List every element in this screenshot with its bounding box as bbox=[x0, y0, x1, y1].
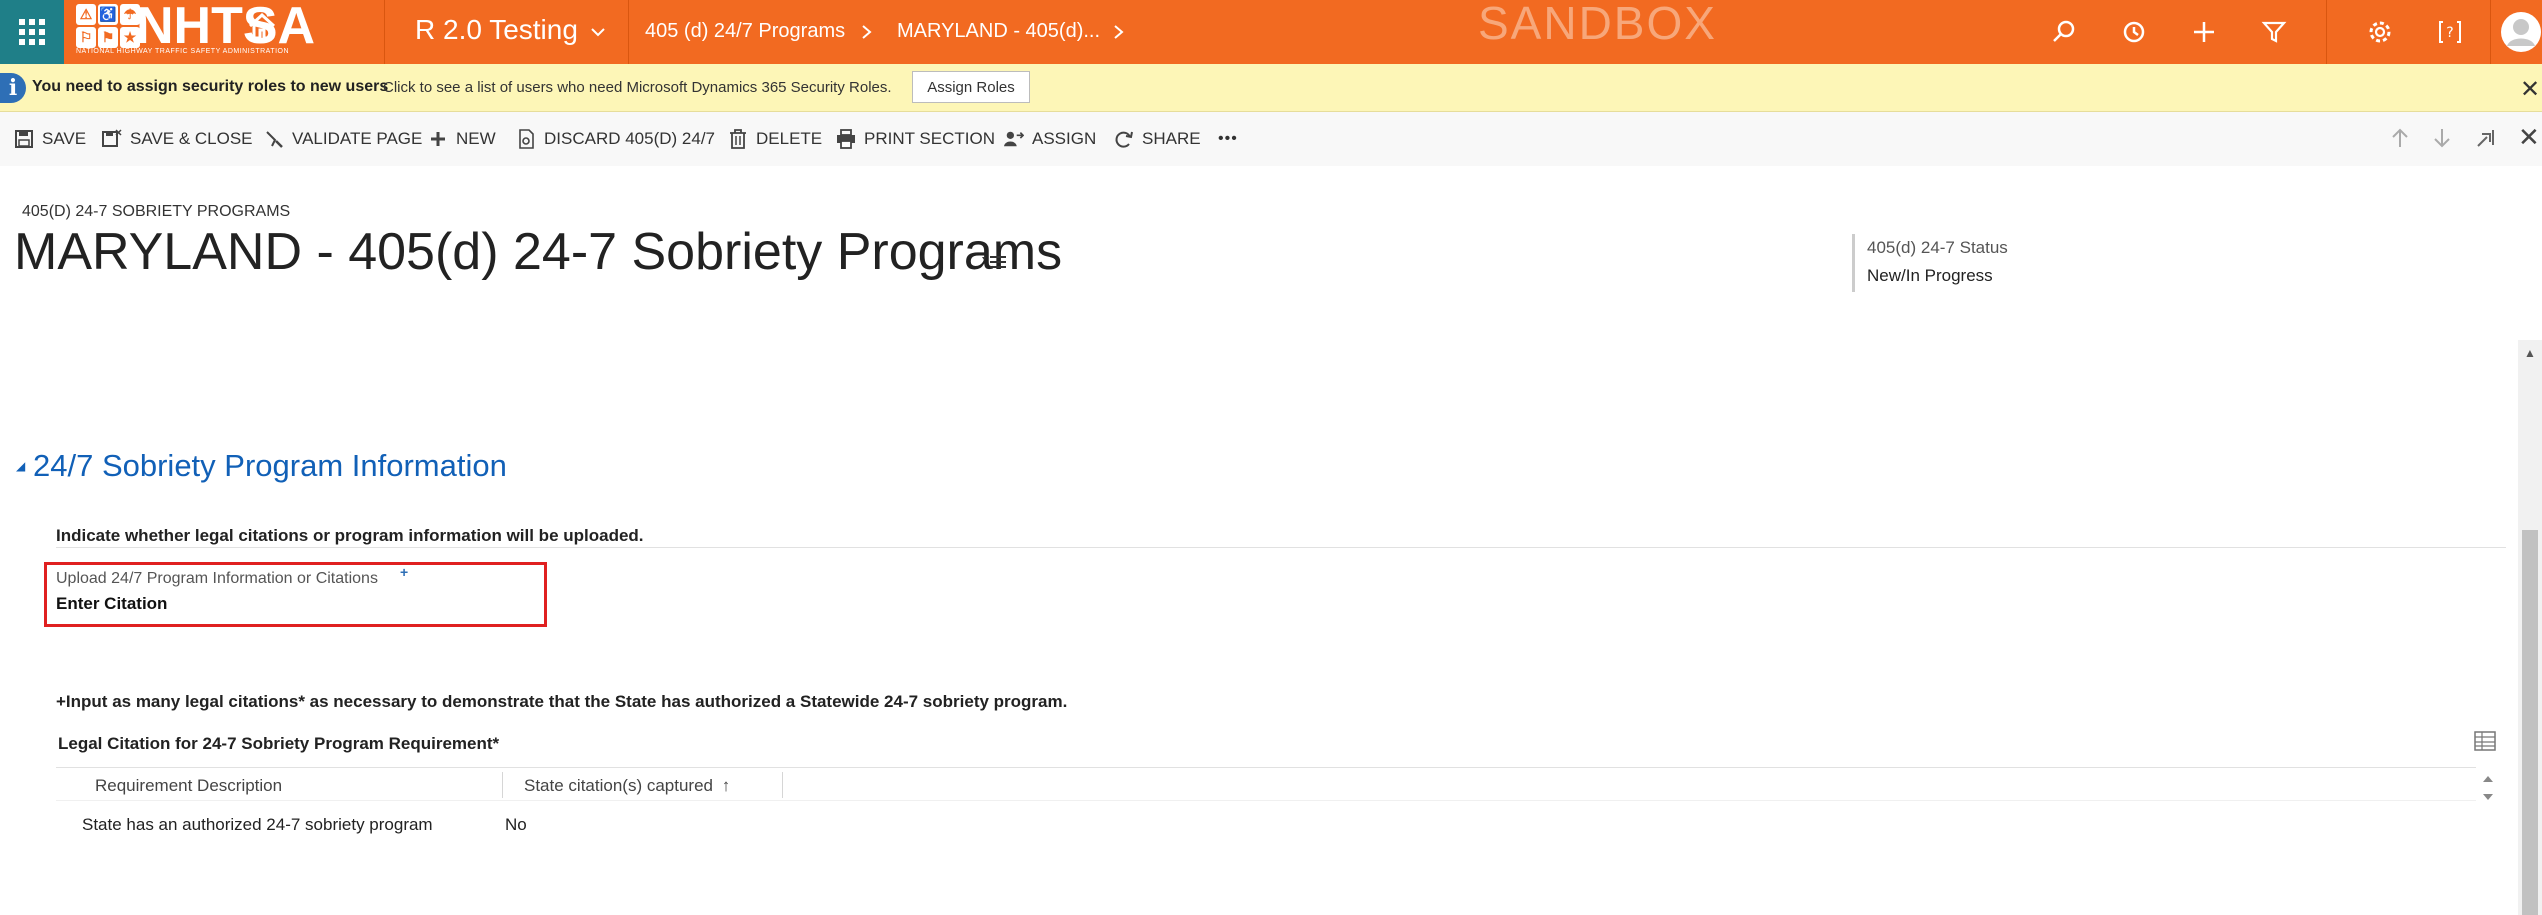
header-status-field: 405(d) 24-7 Status New/In Progress bbox=[1852, 234, 2012, 292]
environment-watermark: SANDBOX bbox=[1478, 0, 1717, 49]
notification-title: You need to assign security roles to new… bbox=[32, 78, 389, 95]
app-launcher-button[interactable] bbox=[0, 0, 64, 64]
save-label: SAVE bbox=[42, 129, 87, 148]
logo-pictograms-icon: ⚠ ♿ ☂ ⚐ ⚑ ★ bbox=[76, 4, 142, 48]
pop-out-icon[interactable] bbox=[2476, 128, 2496, 148]
column-header-citations[interactable]: State citation(s) captured ↑ bbox=[524, 776, 730, 796]
form-selector-icon[interactable] bbox=[982, 248, 1008, 279]
delete-button[interactable]: DELETE bbox=[728, 127, 822, 151]
assign-button[interactable]: ASSIGN bbox=[1004, 127, 1096, 151]
nav-separator bbox=[384, 0, 385, 64]
column-separator bbox=[782, 772, 783, 798]
svg-text:?: ? bbox=[2446, 25, 2453, 41]
field-label: Upload 24/7 Program Information or Citat… bbox=[56, 570, 378, 587]
share-icon bbox=[1114, 129, 1134, 149]
page-scrollbar[interactable]: ▲ bbox=[2518, 340, 2542, 915]
entity-type-label: 405(D) 24-7 SOBRIETY PROGRAMS bbox=[22, 203, 291, 220]
save-close-icon bbox=[102, 129, 122, 149]
status-label: 405(d) 24-7 Status bbox=[1867, 238, 2008, 257]
command-bar: SAVE SAVE & CLOSE VALIDATE PAGE NEW DISC… bbox=[0, 112, 2542, 166]
chevron-right-icon bbox=[862, 25, 872, 39]
column-header-label: State citation(s) captured bbox=[524, 776, 713, 795]
subgrid-divider bbox=[56, 767, 2476, 768]
validate-icon bbox=[264, 129, 284, 149]
notification-bar: i You need to assign security roles to n… bbox=[0, 64, 2542, 112]
nhtsa-logo[interactable]: ⚠ ♿ ☂ ⚐ ⚑ ★ NHTSA NATIONAL HIGHWAY TRAFFIC SA… bbox=[64, 0, 384, 64]
nav-separator bbox=[2326, 0, 2327, 64]
assign-roles-button[interactable]: Assign Roles bbox=[912, 71, 1030, 103]
page-title: MARYLAND - 405(d) 24-7 Sobriety Programs bbox=[14, 223, 1063, 281]
citation-instruction: +Input as many legal citations* as neces… bbox=[56, 692, 1068, 711]
print-label: PRINT SECTION bbox=[864, 129, 995, 148]
arrow-down-icon[interactable] bbox=[2432, 127, 2452, 149]
save-icon bbox=[14, 129, 34, 149]
share-button[interactable]: SHARE bbox=[1114, 127, 1201, 151]
grid-view-icon[interactable] bbox=[2474, 730, 2496, 752]
validate-label: VALIDATE PAGE bbox=[292, 129, 423, 148]
save-close-label: SAVE & CLOSE bbox=[130, 129, 253, 148]
close-form-icon[interactable]: ✕ bbox=[2518, 122, 2540, 153]
more-commands-icon[interactable]: ••• bbox=[1218, 127, 1238, 151]
discard-icon bbox=[516, 129, 536, 149]
section-title[interactable]: 24/7 Sobriety Program Information bbox=[33, 448, 507, 484]
sort-ascending-icon: ↑ bbox=[721, 776, 731, 795]
header-underline bbox=[56, 800, 2476, 801]
notification-message[interactable]: Click to see a list of users who need Mi… bbox=[383, 79, 892, 96]
user-avatar[interactable] bbox=[2500, 4, 2542, 60]
field-value[interactable]: Enter Citation bbox=[56, 594, 167, 614]
chevron-right-icon[interactable] bbox=[1112, 24, 1126, 40]
breadcrumb-item-record[interactable]: MARYLAND - 405(d)... bbox=[897, 20, 1100, 43]
plus-icon bbox=[428, 129, 448, 149]
nav-separator bbox=[628, 0, 629, 64]
delete-label: DELETE bbox=[756, 129, 823, 148]
assign-icon bbox=[1004, 129, 1024, 149]
save-close-button[interactable]: SAVE & CLOSE bbox=[102, 127, 253, 151]
top-navigation-bar: ⚠ ♿ ☂ ⚐ ⚑ ★ NHTSA NATIONAL HIGHWAY TRAFFIC SA… bbox=[0, 0, 2542, 64]
info-icon: i bbox=[0, 73, 26, 103]
column-header-requirement[interactable]: Requirement Description bbox=[95, 776, 282, 796]
recent-icon[interactable] bbox=[2118, 16, 2150, 48]
status-value: New/In Progress bbox=[1867, 266, 1993, 285]
required-marker: + bbox=[400, 564, 409, 580]
discard-button[interactable]: DISCARD 405(D) 24/7 bbox=[516, 127, 715, 151]
new-label: NEW bbox=[456, 129, 496, 148]
trash-icon bbox=[728, 129, 748, 149]
subgrid-scroll-arrows[interactable] bbox=[2478, 770, 2498, 806]
waffle-icon bbox=[19, 19, 45, 45]
print-icon bbox=[836, 129, 856, 149]
scrollbar-thumb[interactable] bbox=[2522, 530, 2538, 915]
cell-citations[interactable]: No bbox=[505, 815, 527, 835]
print-section-button[interactable]: PRINT SECTION bbox=[836, 127, 995, 151]
home-icon[interactable] bbox=[246, 10, 278, 42]
app-name[interactable]: R 2.0 Testing bbox=[415, 14, 578, 46]
arrow-up-icon[interactable] bbox=[2390, 127, 2410, 149]
column-separator bbox=[502, 772, 503, 798]
logo-subtitle: NATIONAL HIGHWAY TRAFFIC SAFETY ADMINIST… bbox=[76, 48, 290, 55]
plus-icon[interactable] bbox=[2188, 16, 2220, 48]
section-instruction: Indicate whether legal citations or prog… bbox=[56, 526, 644, 545]
new-button[interactable]: NEW bbox=[428, 127, 496, 151]
share-label: SHARE bbox=[1142, 129, 1201, 148]
section-collapse-icon[interactable]: ◢ bbox=[16, 459, 25, 473]
chevron-down-icon[interactable] bbox=[590, 24, 606, 40]
discard-label: DISCARD 405(D) 24/7 bbox=[544, 129, 716, 148]
scroll-up-icon[interactable]: ▲ bbox=[2524, 346, 2536, 360]
subgrid-title: Legal Citation for 24-7 Sobriety Program… bbox=[58, 734, 500, 753]
gear-icon[interactable] bbox=[2364, 16, 2396, 48]
search-icon[interactable] bbox=[2048, 16, 2080, 48]
validate-page-button[interactable]: VALIDATE PAGE bbox=[264, 127, 422, 151]
save-button[interactable]: SAVE bbox=[14, 127, 86, 151]
assign-label: ASSIGN bbox=[1032, 129, 1097, 148]
cell-requirement[interactable]: State has an authorized 24-7 sobriety pr… bbox=[82, 815, 433, 835]
breadcrumb-item-area[interactable]: 405 (d) 24/7 Programs bbox=[645, 20, 845, 43]
help-icon[interactable]: ? bbox=[2434, 16, 2466, 48]
section-divider bbox=[56, 547, 2506, 548]
nav-separator bbox=[2490, 0, 2491, 64]
close-icon[interactable]: ✕ bbox=[2520, 75, 2540, 104]
filter-icon[interactable] bbox=[2258, 16, 2290, 48]
